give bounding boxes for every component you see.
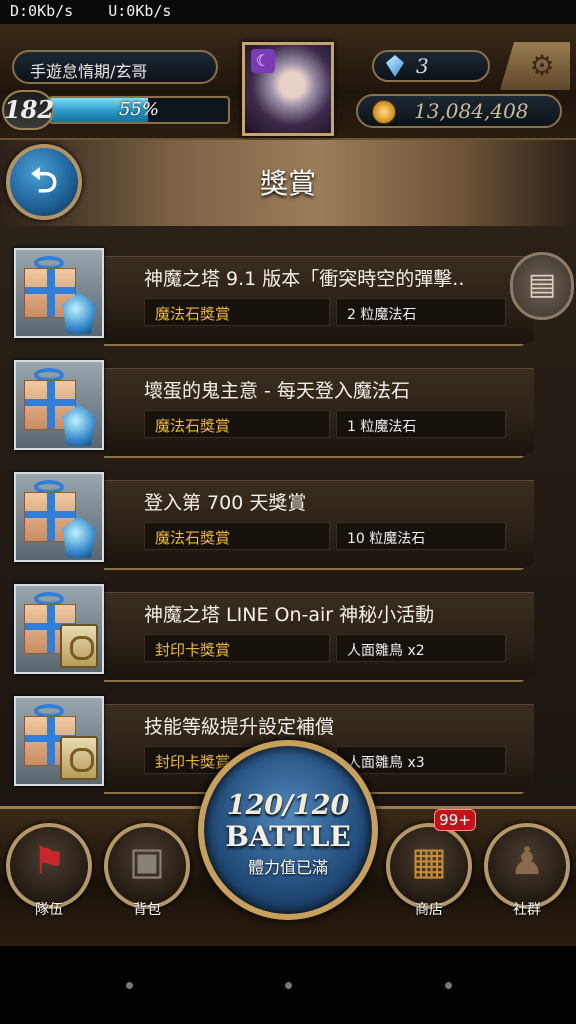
flag-icon: ⚑ [31, 839, 67, 883]
reward-item[interactable]: 壞蛋的鬼主意 - 每天登入魔法石 魔法石獎賞 1 粒魔法石 [14, 360, 534, 460]
battle-label: BATTLE [225, 820, 351, 853]
reward-title: 神魔之塔 9.1 版本「衝突時空的彈擊.. [144, 268, 465, 290]
title-bar: ⮌ 獎賞 [0, 140, 576, 226]
seal-card-icon [60, 624, 98, 668]
magic-stone-count: 3 [416, 54, 429, 78]
treasure-chest-icon: ▦ [411, 839, 447, 883]
bag-icon: ▣ [129, 839, 165, 883]
reward-item[interactable]: 登入第 700 天獎賞 魔法石獎賞 10 粒魔法石 [14, 472, 534, 572]
social-label: 社群 [513, 902, 541, 918]
reward-type: 魔法石獎賞 [144, 410, 330, 438]
reward-title: 神魔之塔 LINE On-air 神秘小活動 [144, 604, 435, 626]
player-header: 手遊怠惰期/玄哥 182 55% ☾ 3 ⚙ 13,084,408 [0, 24, 576, 140]
download-speed: D:0Kb/s [10, 2, 74, 20]
shop-label: 商店 [415, 902, 443, 918]
exp-bar: 55% [48, 96, 230, 124]
shop-badge: 99+ [434, 809, 476, 831]
stamina-status: 體力值已滿 [247, 858, 328, 877]
shop-button[interactable]: ▦ 商店 [386, 823, 472, 918]
bag-button[interactable]: ▣ 背包 [104, 823, 190, 918]
reward-title: 登入第 700 天獎賞 [144, 492, 307, 514]
coin-icon [372, 100, 396, 124]
exp-percent: 55% [118, 99, 159, 120]
bag-label: 背包 [133, 902, 161, 918]
stamina-value: 120/120 [226, 790, 350, 821]
home-nav-icon[interactable] [285, 982, 292, 989]
gift-card-icon [14, 584, 104, 674]
reward-item[interactable]: 神魔之塔 9.1 版本「衝突時空的彈擊.. 魔法石獎賞 2 粒魔法石 [14, 248, 534, 348]
magic-stone-counter[interactable]: 3 [372, 50, 490, 82]
reward-title: 技能等級提升設定補償 [144, 716, 335, 738]
gift-card-icon [14, 696, 104, 786]
reward-title: 壞蛋的鬼主意 - 每天登入魔法石 [144, 380, 410, 402]
settings-button[interactable]: ⚙ [500, 42, 570, 90]
back-nav-icon[interactable] [126, 982, 133, 989]
leader-portrait[interactable]: ☾ [242, 42, 334, 136]
moon-attribute-icon: ☾ [251, 49, 275, 73]
upload-speed: U:0Kb/s [108, 2, 172, 20]
social-button[interactable]: ♟ 社群 [484, 823, 570, 918]
reward-amount: 人面雛鳥 x2 [336, 634, 506, 662]
system-nav-bar [0, 946, 576, 1024]
status-bar: D:0Kb/s U:0Kb/s [0, 0, 576, 24]
reward-amount: 10 粒魔法石 [336, 522, 506, 550]
recents-nav-icon[interactable] [445, 982, 452, 989]
reward-item[interactable]: 神魔之塔 LINE On-air 神秘小活動 封印卡獎賞 人面雛鳥 x2 [14, 584, 534, 684]
gear-icon: ⚙ [529, 49, 555, 82]
gift-stone-icon [14, 472, 104, 562]
gift-stone-icon [14, 248, 104, 338]
reward-type: 魔法石獎賞 [144, 522, 330, 550]
battle-button[interactable]: 120/120 BATTLE 體力值已滿 [198, 740, 378, 920]
scroll-handle[interactable]: ▤ [510, 252, 574, 320]
reward-amount: 2 粒魔法石 [336, 298, 506, 326]
gold-count: 13,084,408 [414, 99, 529, 123]
reward-type: 魔法石獎賞 [144, 298, 330, 326]
player-level: 182 [2, 90, 54, 130]
page-title: 獎賞 [259, 167, 316, 200]
gold-counter: 13,084,408 [356, 94, 562, 128]
list-icon: ▤ [527, 267, 557, 302]
reward-type: 封印卡獎賞 [144, 634, 330, 662]
team-label: 隊伍 [35, 902, 63, 918]
reward-list[interactable]: 神魔之塔 9.1 版本「衝突時空的彈擊.. 魔法石獎賞 2 粒魔法石 壞蛋的鬼主… [0, 226, 576, 806]
seal-card-icon [60, 736, 98, 780]
people-icon: ♟ [509, 839, 545, 883]
magic-stone-icon [386, 55, 404, 77]
team-button[interactable]: ⚑ 隊伍 [6, 823, 92, 918]
gift-stone-icon [14, 360, 104, 450]
player-name: 手遊怠惰期/玄哥 [12, 50, 218, 84]
reward-amount: 人面雛鳥 x3 [336, 746, 506, 774]
reward-amount: 1 粒魔法石 [336, 410, 506, 438]
